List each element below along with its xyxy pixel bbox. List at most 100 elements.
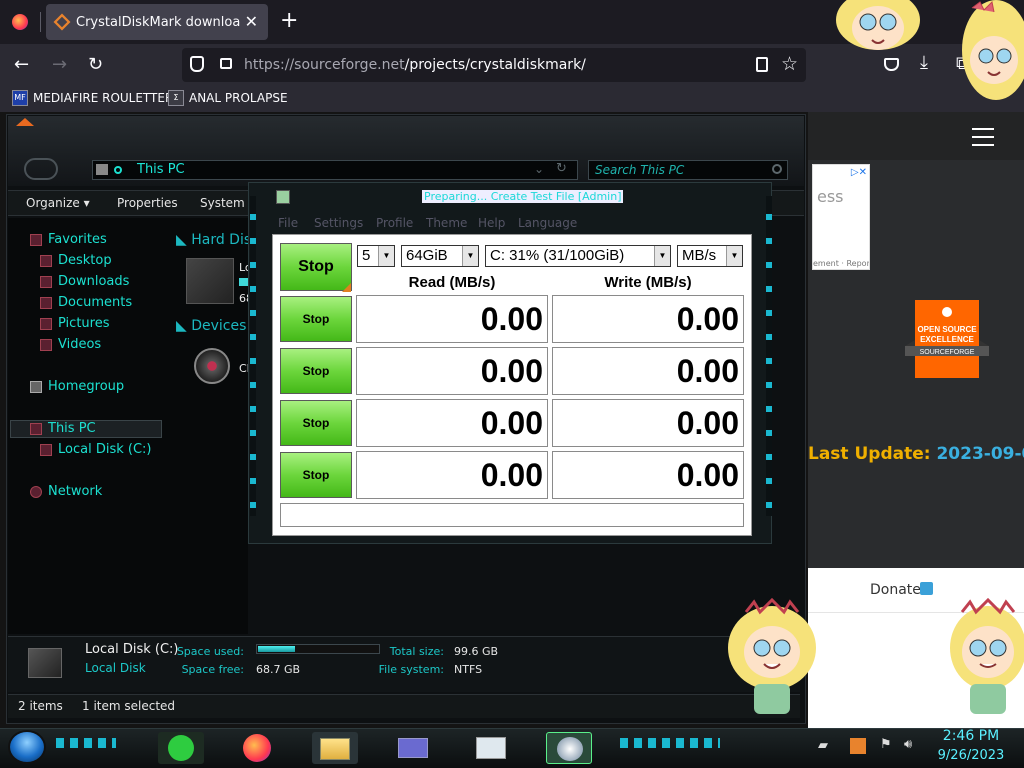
write-result: 0.00 (552, 399, 744, 447)
drive-detail-icon (28, 648, 62, 678)
clock-time[interactable]: 2:46 PM (936, 728, 1006, 744)
tray-app-icon[interactable] (850, 738, 866, 754)
organize-button[interactable]: Organize ▾ (26, 196, 90, 210)
open-source-excellence-badge[interactable]: OPEN SOURCE EXCELLENCE SOURCEFORGE (905, 296, 989, 380)
firefox-view-icon[interactable] (12, 14, 28, 30)
nav-label: Favorites (48, 232, 107, 247)
explorer-search-input[interactable]: Search This PC (588, 160, 788, 180)
clock-date[interactable]: 9/26/2023 (934, 748, 1008, 763)
write-result: 0.00 (552, 451, 744, 499)
tab-crystaldiskmark[interactable]: CrystalDiskMark download | So ✕ (46, 4, 268, 40)
ad-choices-icon[interactable]: ▷✕ (851, 167, 867, 178)
last-update-label: Last Update: (808, 444, 931, 464)
nav-videos[interactable]: Videos (40, 337, 101, 352)
read-result: 0.00 (356, 451, 548, 499)
write-header: Write (MB/s) (604, 274, 692, 291)
taskbar-accent (56, 738, 116, 748)
nav-documents[interactable]: Documents (40, 295, 132, 310)
nav-label: Homegroup (48, 379, 125, 394)
reload-button[interactable]: ↻ (88, 54, 103, 75)
reader-view-icon[interactable] (756, 57, 768, 72)
group-devices[interactable]: ◣ Devices v (176, 318, 259, 334)
shield-icon[interactable] (190, 56, 204, 72)
write-result: 0.00 (552, 347, 744, 395)
menu-profile[interactable]: Profile (376, 216, 413, 230)
show-hidden-icons-icon[interactable]: ▰ (818, 738, 828, 753)
space-used-label: Space used: (176, 645, 244, 658)
forward-button[interactable]: → (52, 54, 67, 75)
lock-icon[interactable] (220, 58, 232, 69)
crystaldiskmark-icon[interactable] (546, 732, 592, 764)
file-system-label: File system: (378, 663, 444, 676)
back-forward-orb-icon[interactable] (24, 158, 58, 180)
unit-value: MB/s (682, 247, 717, 264)
nav-homegroup[interactable]: Homegroup (30, 379, 124, 394)
size-select[interactable]: 64GiB ▼ (401, 245, 479, 267)
menu-help[interactable]: Help (478, 216, 505, 230)
mediafire-icon: MF (12, 90, 28, 106)
bookmark-star-icon[interactable]: ☆ (781, 53, 798, 75)
donate-link[interactable]: Donate (870, 582, 921, 598)
chevron-down-icon: ▼ (654, 246, 670, 266)
back-button[interactable]: ← (14, 54, 29, 75)
advertisement[interactable]: ▷✕ ess ement · Report (812, 164, 870, 270)
hard-drive-icon[interactable] (186, 258, 234, 304)
drive-select[interactable]: C: 31% (31/100GiB) ▼ (485, 245, 671, 267)
size-value: 64GiB (406, 247, 448, 264)
write-result: 0.00 (552, 295, 744, 343)
file-system-value: NTFS (454, 663, 483, 676)
nav-local-disk[interactable]: Local Disk (C:) (40, 442, 151, 457)
search-icon[interactable] (772, 164, 782, 174)
file-explorer-icon[interactable] (312, 732, 358, 764)
bookmark-second[interactable]: Σ ANAL PROLAPSE (168, 90, 288, 106)
properties-button[interactable]: Properties (117, 196, 178, 210)
bookmark-mediafire[interactable]: MF MEDIAFIRE ROULETTER (12, 90, 173, 106)
crystaldiskmark-app-icon (276, 190, 290, 204)
ad-footer[interactable]: ement · Report (813, 259, 869, 268)
url-text[interactable]: https://sourceforge.net/projects/crystal… (244, 57, 586, 73)
group-hard-disks[interactable]: ◣ Hard Dis (176, 232, 251, 248)
nav-network[interactable]: Network (30, 484, 102, 499)
stop-row-button[interactable]: Stop (280, 348, 352, 394)
chevron-down-icon: ▼ (378, 246, 394, 266)
nav-downloads[interactable]: Downloads (40, 274, 129, 289)
read-header: Read (MB/s) (408, 274, 496, 291)
stop-row-button[interactable]: Stop (280, 400, 352, 446)
nav-desktop[interactable]: Desktop (40, 253, 112, 268)
new-tab-button[interactable]: + (280, 10, 298, 32)
close-tab-icon[interactable]: ✕ (245, 12, 258, 31)
explorer-address-bar[interactable]: This PC (92, 160, 578, 180)
nav-pictures[interactable]: Pictures (40, 316, 109, 331)
nav-label: Downloads (58, 274, 130, 289)
action-center-flag-icon[interactable]: ⚑ (880, 737, 892, 752)
menu-file[interactable]: File (278, 216, 298, 230)
external-link-icon[interactable] (920, 582, 933, 595)
address-dropdown-icon[interactable]: ⌄ (534, 162, 544, 176)
menu-hamburger-icon[interactable] (972, 128, 994, 146)
unit-select[interactable]: MB/s ▼ (677, 245, 743, 267)
menu-language[interactable]: Language (518, 216, 577, 230)
control-panel-icon[interactable] (390, 732, 436, 764)
this-pc-icon (30, 422, 42, 435)
status-item-count: 2 items (18, 699, 63, 713)
nav-this-pc[interactable]: This PC (30, 421, 96, 436)
firefox-icon[interactable] (234, 732, 280, 764)
comment-field[interactable] (280, 503, 744, 527)
url-host: https://sourceforge.net (244, 57, 405, 73)
stop-row-button[interactable]: Stop (280, 296, 352, 342)
cd-drive-icon[interactable] (194, 348, 230, 384)
count-select[interactable]: 5 ▼ (357, 245, 395, 267)
nav-favorites[interactable]: Favorites (30, 232, 107, 247)
menu-settings[interactable]: Settings (314, 216, 363, 230)
refresh-icon[interactable]: ↻ (556, 161, 567, 176)
badge-line3: SOURCEFORGE (920, 349, 975, 356)
window-left-accent (250, 196, 256, 516)
stop-row-button[interactable]: Stop (280, 452, 352, 498)
volume-icon[interactable]: 🔊︎ (904, 737, 912, 752)
menu-theme[interactable]: Theme (426, 216, 467, 230)
start-button[interactable] (8, 730, 46, 764)
performance-monitor-icon[interactable] (468, 732, 514, 764)
cartoon-character-sticker (962, 0, 1024, 100)
notes-app-icon[interactable] (158, 732, 204, 764)
group-label: Hard Dis (191, 232, 252, 248)
